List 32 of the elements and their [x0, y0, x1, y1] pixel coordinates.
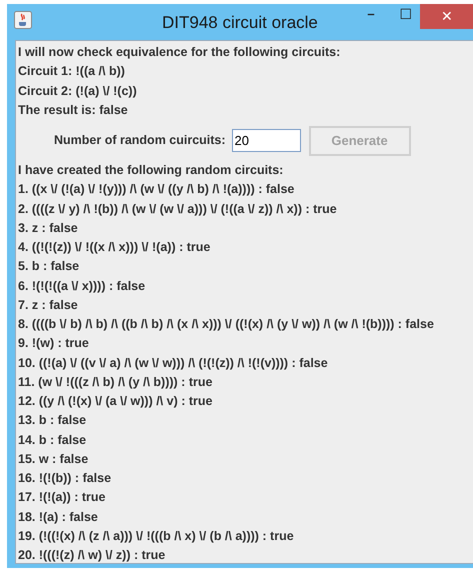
circuit-line: 7. z : false: [18, 296, 78, 314]
circuit-line: 12. ((y /\ (!(x) \/ (a \/ w))) /\ v) : true: [18, 393, 212, 410]
circuit-line: 18. !(a) : false: [18, 508, 98, 526]
window-title: DIT948 circuit oracle: [162, 12, 318, 34]
circuit-line: 5. b : false: [18, 258, 80, 276]
close-button[interactable]: ✕: [420, 4, 473, 29]
circuit-line: 9. !(w) : true: [18, 335, 89, 352]
java-cup-icon: [14, 11, 32, 29]
count-input[interactable]: 20: [232, 129, 301, 152]
circuit-line: 11. (w \/ !(((z /\ b) /\ (y /\ b)))) : true: [18, 374, 212, 391]
circuit-line: 2. ((((z \/ y) /\ !(b)) /\ (w \/ (w \/ a))) \/ (!((a \/ z)) /\ x)) : true: [18, 200, 337, 218]
circuit-line: 15. w : false: [18, 450, 88, 468]
output-line: Circuit 2: (!(a) \/ !(c)): [18, 82, 137, 100]
circuit-line: 20. !(((!(z) /\ w) \/ z)) : true: [18, 547, 166, 564]
circuit-line: 17. !(!(a)) : true: [18, 489, 106, 506]
circuit-line: 8. ((((b \/ b) /\ b) /\ ((b /\ b) /\ (x /\ x))) \/ ((!(x) /\ (y \/ w)) /\ (w /\ !(b)))) : false: [18, 316, 434, 333]
output-line: I will now check equivalence for the following circuits:: [18, 44, 340, 61]
output-line: The result is: false: [18, 102, 128, 119]
circuit-line: 10. ((!(a) \/ ((v \/ a) /\ (w \/ w))) /\ (!(!(z)) /\ !(!(v)))) : false: [18, 354, 328, 372]
circuits-heading: I have created the following random circuits:: [18, 162, 284, 179]
circuit-line: 6. !(!(!((a \/ x)))) : false: [18, 278, 146, 295]
circuit-line: 16. !(!(b)) : false: [18, 470, 112, 487]
circuit-line: 14. b : false: [18, 432, 86, 448]
maximize-button[interactable]: ☐: [393, 4, 419, 24]
circuit-line: 1. ((x \/ (!(a) \/ !(y))) /\ (w \/ ((y /\ b) /\ !(a)))) : false: [18, 181, 294, 198]
output-line: Circuit 1: !((a /\ b)): [18, 63, 125, 80]
circuit-line: 19. (!((!(x) /\ (z /\ a))) \/ !(((b /\ x) \/ (b /\ a)))) : true: [18, 528, 294, 545]
count-label: Number of random cuircuits:: [54, 132, 226, 149]
circuit-line: 13. b : false: [18, 412, 86, 430]
circuit-line: 3. z : false: [18, 220, 78, 237]
minimize-button[interactable]: –: [357, 4, 385, 24]
circuit-line: 4. ((!(!(z)) \/ !((x /\ x))) \/ !(a)) : true: [18, 239, 210, 256]
